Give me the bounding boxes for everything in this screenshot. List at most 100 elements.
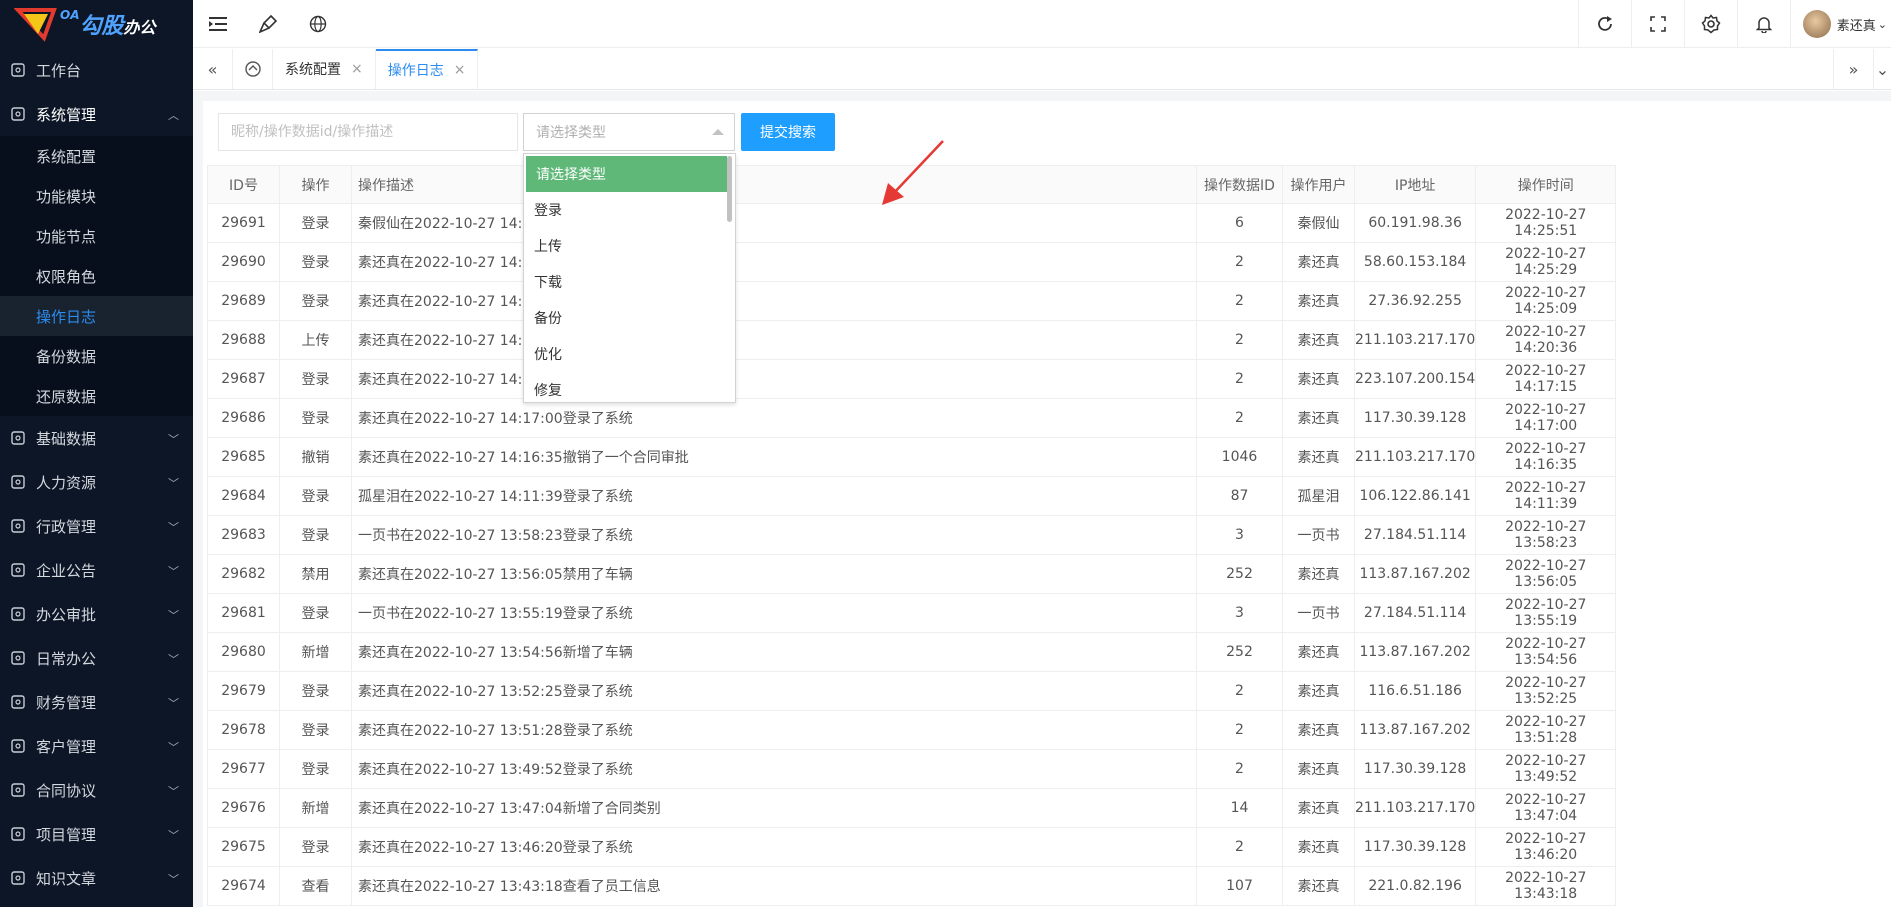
table-cell: 孤星泪在2022-10-27 14:11:39登录了系统 — [351, 476, 1197, 516]
notification-bell-icon[interactable] — [1736, 0, 1790, 48]
fullscreen-icon[interactable] — [1630, 0, 1684, 48]
table-row[interactable]: 29680 新增 素还真在2022-10-27 13:54:56新增了车辆 252 素还… — [207, 632, 1617, 672]
sidebar-item-5[interactable]: 企业公告 ﹀ — [0, 548, 193, 592]
table-cell: 素还真 — [1282, 320, 1355, 360]
submit-search-button[interactable]: 提交搜索 — [741, 113, 835, 151]
table-row[interactable]: 29691 登录 秦假仙在2022-10-27 14:25:51登录了系统 6 秦假仙 6… — [207, 203, 1617, 243]
chevron-down-icon: ﹀ — [168, 521, 179, 534]
sidebar-item-label: 日常办公 — [36, 649, 97, 668]
sidebar-item-9[interactable]: 客户管理 ﹀ — [0, 724, 193, 768]
dashboard-icon — [10, 62, 26, 78]
table-cell: 117.30.39.128 — [1353, 398, 1477, 438]
table-row[interactable]: 29677 登录 素还真在2022-10-27 13:49:52登录了系统 2 素还真 1… — [207, 749, 1617, 789]
sidebar-subitem-5[interactable]: 备份数据 — [0, 336, 193, 376]
tab-label: 操作日志 — [387, 63, 444, 79]
sidebar-item-6[interactable]: 办公审批 ﹀ — [0, 592, 193, 636]
table-cell: 登录 — [279, 281, 352, 321]
table-cell: 27.184.51.114 — [1353, 593, 1477, 633]
dropdown-option[interactable]: 修复 — [524, 372, 735, 402]
table-cell: 106.122.86.141 — [1353, 476, 1477, 516]
sidebar-item-4[interactable]: 行政管理 ﹀ — [0, 504, 193, 548]
globe-icon[interactable] — [293, 0, 343, 48]
type-select[interactable]: 请选择类型 — [523, 113, 735, 151]
table-row[interactable]: 29678 登录 素还真在2022-10-27 13:51:28登录了系统 2 素还真 1… — [207, 710, 1617, 750]
table-row[interactable]: 29681 登录 一页书在2022-10-27 13:55:19登录了系统 3 一页书 2… — [207, 593, 1617, 633]
sidebar-subitem-4[interactable]: 操作日志 — [0, 296, 193, 336]
sidebar-item-1[interactable]: 系统管理 ︿ — [0, 92, 193, 136]
table-cell: 117.30.39.128 — [1353, 827, 1477, 867]
table-row[interactable]: 29679 登录 素还真在2022-10-27 13:52:25登录了系统 2 素还真 1… — [207, 671, 1617, 711]
table-cell: 素还真在2022-10-27 13:54:56新增了车辆 — [351, 632, 1197, 672]
settings-gear-icon[interactable] — [1683, 0, 1737, 48]
dropdown-option[interactable]: 下载 — [524, 264, 735, 300]
table-row[interactable]: 29688 上传 素还真在2022-10-27 14:20:36上传了文件 2 素还真 2… — [207, 320, 1617, 360]
tab-0[interactable]: 系统配置 × — [273, 49, 376, 89]
sidebar-subitem-1[interactable]: 功能模块 — [0, 176, 193, 216]
dropdown-option[interactable]: 上传 — [524, 228, 735, 264]
user-menu[interactable]: 素还真 ⌄ — [1789, 0, 1891, 48]
sidebar-subitem-6[interactable]: 还原数据 — [0, 376, 193, 416]
table-cell: 107 — [1196, 866, 1283, 906]
sidebar-subitem-2[interactable]: 功能节点 — [0, 216, 193, 256]
table-row[interactable]: 29689 登录 素还真在2022-10-27 14:25:09登录了系统 2 素还真 2… — [207, 281, 1617, 321]
table-cell: 一页书在2022-10-27 13:55:19登录了系统 — [351, 593, 1197, 633]
close-icon[interactable]: × — [351, 61, 363, 77]
column-header: 操作 — [279, 165, 352, 204]
sidebar-subitem-0[interactable]: 系统配置 — [0, 136, 193, 176]
table-cell: 登录 — [279, 515, 352, 555]
search-input[interactable] — [218, 113, 518, 151]
table-cell: 29689 — [207, 281, 280, 321]
table-row[interactable]: 29676 新增 素还真在2022-10-27 13:47:04新增了合同类别 14 素… — [207, 788, 1617, 828]
main-content: 请选择类型 提交搜索 ID号操作操作描述操作数据ID操作用户IP地址操作时间 2… — [193, 91, 1891, 907]
sidebar-item-7[interactable]: 日常办公 ﹀ — [0, 636, 193, 680]
column-header: 操作数据ID — [1196, 165, 1283, 204]
tabs-menu-chevron-icon[interactable]: ⌄ — [1873, 49, 1891, 90]
sidebar-item-11[interactable]: 项目管理 ﹀ — [0, 812, 193, 856]
table-row[interactable]: 29674 查看 素还真在2022-10-27 13:43:18查看了员工信息 107… — [207, 866, 1617, 906]
table-cell: 2022-10-27 14:20:36 — [1475, 320, 1617, 360]
table-cell: 29677 — [207, 749, 280, 789]
tab-label: 系统配置 — [285, 62, 341, 78]
table-row[interactable]: 29683 登录 一页书在2022-10-27 13:58:23登录了系统 3 一页书 2… — [207, 515, 1617, 555]
sidebar-item-12[interactable]: 知识文章 ﹀ — [0, 856, 193, 900]
table-cell: 素还真 — [1282, 866, 1355, 906]
dropdown-option[interactable]: 优化 — [524, 336, 735, 372]
table-row[interactable]: 29685 撤销 素还真在2022-10-27 14:16:35撤销了一个合同审批 1… — [207, 437, 1617, 477]
table-cell: 一页书在2022-10-27 13:58:23登录了系统 — [351, 515, 1197, 555]
table-cell: 29685 — [207, 437, 280, 477]
table-cell: 素还真 — [1282, 710, 1355, 750]
dropdown-scrollbar[interactable] — [727, 156, 732, 222]
home-tab-icon[interactable] — [233, 49, 273, 89]
dropdown-option[interactable]: 请选择类型 — [526, 156, 727, 192]
table-row[interactable]: 29690 登录 素还真在2022-10-27 14:25:29登录了系统 2 素还真 5… — [207, 242, 1617, 282]
tab-1[interactable]: 操作日志 × — [375, 49, 479, 89]
table-cell: 素还真在2022-10-27 13:43:18查看了员工信息 — [351, 866, 1197, 906]
table-cell: 2022-10-27 13:58:23 — [1475, 515, 1617, 555]
sidebar-item-label: 基础数据 — [36, 429, 97, 448]
tabs-scroll-left-icon[interactable]: « — [193, 49, 233, 89]
sidebar-item-label: 知识文章 — [36, 869, 97, 888]
tabs-scroll-right-icon[interactable]: » — [1833, 49, 1873, 90]
dropdown-option[interactable]: 登录 — [524, 192, 735, 228]
close-icon[interactable]: × — [454, 62, 466, 78]
logo[interactable]: OA勾股办公 — [0, 0, 193, 48]
sidebar-subitem-3[interactable]: 权限角色 — [0, 256, 193, 296]
table-cell: 登录 — [279, 398, 352, 438]
table-row[interactable]: 29684 登录 孤星泪在2022-10-27 14:11:39登录了系统 87 孤星泪… — [207, 476, 1617, 516]
table-row[interactable]: 29675 登录 素还真在2022-10-27 13:46:20登录了系统 2 素还真 1… — [207, 827, 1617, 867]
sidebar-item-8[interactable]: 财务管理 ﹀ — [0, 680, 193, 724]
table-cell: 新增 — [279, 788, 352, 828]
refresh-icon[interactable] — [1577, 0, 1631, 48]
clear-cache-icon[interactable] — [243, 0, 293, 48]
sidebar-item-2[interactable]: 基础数据 ﹀ — [0, 416, 193, 460]
menu-toggle-icon[interactable] — [193, 0, 243, 48]
table-row[interactable]: 29687 登录 素还真在2022-10-27 14:17:15登录了系统 2 素还真 2… — [207, 359, 1617, 399]
sidebar-item-0[interactable]: 工作台 — [0, 48, 193, 92]
table-cell: 2 — [1196, 749, 1283, 789]
sidebar-item-3[interactable]: 人力资源 ﹀ — [0, 460, 193, 504]
table-row[interactable]: 29682 禁用 素还真在2022-10-27 13:56:05禁用了车辆 252 素还… — [207, 554, 1617, 594]
sidebar-item-10[interactable]: 合同协议 ﹀ — [0, 768, 193, 812]
dropdown-option[interactable]: 备份 — [524, 300, 735, 336]
table-row[interactable]: 29686 登录 素还真在2022-10-27 14:17:00登录了系统 2 素还真 1… — [207, 398, 1617, 438]
table-cell: 素还真 — [1282, 437, 1355, 477]
